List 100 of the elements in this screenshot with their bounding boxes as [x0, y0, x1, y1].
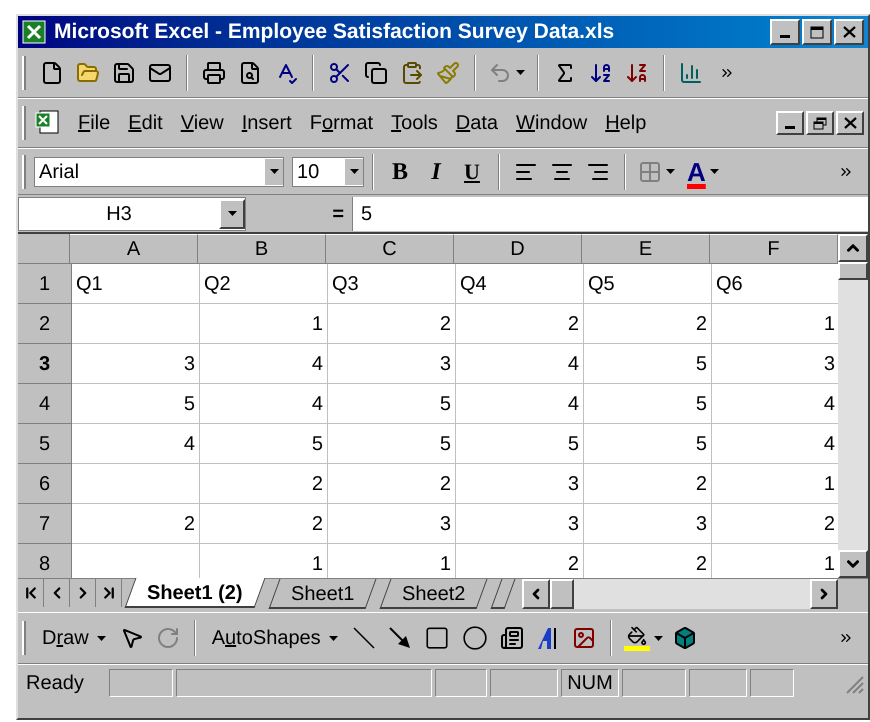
- cube-icon: [672, 626, 697, 650]
- window-title: Microsoft Excel - Employee Satisfaction Survey Data.xls: [54, 19, 616, 46]
- status-indicator: NUM: [561, 668, 619, 696]
- italic-button[interactable]: I: [418, 154, 454, 190]
- menu-item[interactable]: View: [180, 108, 224, 138]
- scrollbar-thumb[interactable]: [550, 579, 574, 609]
- equals-sign: =: [332, 202, 344, 226]
- menu-item[interactable]: Format: [310, 108, 374, 138]
- dropdown-caret-icon: [228, 211, 236, 216]
- dropdown-caret-icon: [516, 70, 525, 75]
- font-field[interactable]: Arial: [34, 156, 284, 186]
- restore-icon: [813, 116, 827, 130]
- excel-logo-icon: [22, 20, 46, 44]
- table-cell: 5: [456, 424, 584, 464]
- column-header[interactable]: B: [198, 234, 326, 264]
- chart-icon: [679, 60, 703, 84]
- font-color-button[interactable]: A: [683, 154, 723, 190]
- menu-item[interactable]: Edit: [128, 108, 163, 138]
- formula-field[interactable]: 5: [352, 196, 868, 230]
- column-header[interactable]: D: [454, 234, 582, 264]
- sheet-tab[interactable]: Sheet1 (2): [124, 578, 266, 608]
- row-header[interactable]: 8: [18, 544, 72, 578]
- status-text: Ready: [25, 670, 85, 696]
- minimize-icon: [780, 34, 790, 38]
- status-panel: [490, 668, 558, 696]
- column-header[interactable]: C: [326, 234, 454, 264]
- menu-item[interactable]: Insert: [242, 108, 292, 138]
- folder-icon: [76, 60, 100, 84]
- dropdown-caret-icon: [96, 636, 106, 640]
- table-cell: Q2: [200, 264, 328, 304]
- table-cell: 2: [584, 464, 712, 504]
- menu-item[interactable]: Tools: [391, 108, 438, 138]
- sheet-tab[interactable]: Sheet2: [380, 579, 488, 609]
- dropdown-caret-icon: [666, 169, 675, 174]
- draw-menu-label[interactable]: Draw: [42, 623, 89, 653]
- dropdown-caret-icon: [328, 636, 338, 640]
- maximize-icon: [810, 26, 824, 38]
- table-cell: 2: [328, 304, 456, 344]
- minimize-button[interactable]: [770, 19, 800, 45]
- scrollbar-thumb[interactable]: [838, 262, 868, 280]
- close-button[interactable]: [836, 111, 864, 135]
- menu-item[interactable]: Data: [456, 108, 498, 138]
- table-cell: 4: [200, 384, 328, 424]
- borders-icon: [638, 160, 662, 184]
- autoshapes-menu-label[interactable]: AutoShapes: [212, 623, 321, 653]
- dropdown-caret-icon: [710, 169, 719, 174]
- close-button[interactable]: [834, 19, 864, 45]
- page-magnifier-icon: [238, 60, 262, 84]
- close-icon: [842, 26, 856, 38]
- table-cell: 5: [328, 384, 456, 424]
- row-header[interactable]: 5: [18, 424, 72, 464]
- status-panel: [689, 668, 747, 696]
- column-header[interactable]: E: [582, 234, 710, 264]
- bold-button[interactable]: B: [382, 154, 418, 190]
- blank-page-icon: [40, 60, 64, 84]
- minimize-icon: [785, 126, 795, 128]
- row-header[interactable]: 4: [18, 384, 72, 424]
- table-cell: 4: [456, 384, 584, 424]
- table-cell: Q1: [72, 264, 200, 304]
- font-size-field[interactable]: 10: [292, 156, 364, 186]
- row-header[interactable]: 1: [18, 264, 72, 304]
- sheet-tab[interactable]: Sheet1: [268, 579, 376, 609]
- line-icon: [352, 626, 376, 650]
- table-cell: 3: [456, 464, 584, 504]
- table-cell: 5: [584, 384, 712, 424]
- table-cell: 5: [328, 424, 456, 464]
- name-box[interactable]: H3: [18, 196, 246, 230]
- table-cell: 5: [584, 344, 712, 384]
- underline-button[interactable]: U: [454, 154, 490, 190]
- table-cell: 5: [200, 424, 328, 464]
- maximize-button[interactable]: [802, 19, 832, 45]
- table-cell: 1: [200, 304, 328, 344]
- table-cell: 5: [72, 384, 200, 424]
- column-header[interactable]: F: [710, 234, 838, 264]
- column-header[interactable]: A: [70, 234, 198, 264]
- paint-bucket-icon: [626, 626, 648, 646]
- printer-icon: [202, 60, 226, 84]
- menu-item[interactable]: Help: [605, 108, 646, 138]
- row-header[interactable]: 7: [18, 504, 72, 544]
- row-header[interactable]: 3: [18, 344, 72, 384]
- table-cell: 3: [328, 344, 456, 384]
- restore-button[interactable]: [806, 111, 834, 135]
- table-cell: 2: [328, 464, 456, 504]
- minimize-button[interactable]: [776, 111, 804, 135]
- menu-item[interactable]: File: [78, 108, 110, 138]
- vertical-scrollbar[interactable]: [838, 234, 868, 578]
- table-cell: 2: [456, 304, 584, 344]
- autoshapes-menu-button[interactable]: AutoShapes: [204, 620, 346, 656]
- table-cell: 2: [200, 504, 328, 544]
- draw-menu-button[interactable]: Draw: [34, 620, 114, 656]
- row-header[interactable]: 2: [18, 304, 72, 344]
- table-cell: 2: [200, 464, 328, 504]
- menu-item[interactable]: Window: [516, 108, 588, 138]
- arrow-icon: [388, 626, 412, 650]
- table-cell: 4: [72, 424, 200, 464]
- status-panel: [622, 668, 686, 696]
- table-cell: 3: [328, 504, 456, 544]
- fill-color-swatch: [624, 646, 650, 650]
- horizontal-scrollbar[interactable]: [522, 579, 838, 609]
- row-header[interactable]: 6: [18, 464, 72, 504]
